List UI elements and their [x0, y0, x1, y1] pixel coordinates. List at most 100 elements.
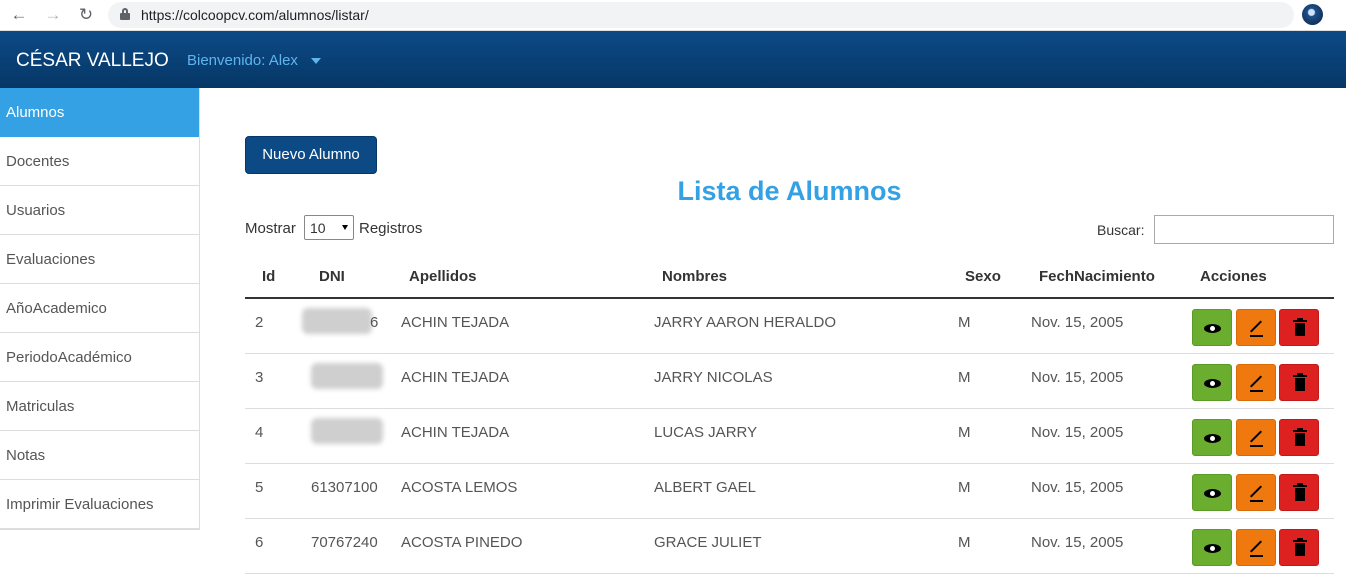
table-row: 2 6 ACHIN TEJADA JARRY AARON HERALDO M N…: [245, 299, 1334, 354]
cell-id: 2: [255, 314, 264, 331]
forward-arrow-icon[interactable]: →: [42, 4, 64, 26]
cell-apellidos: ACHIN TEJADA: [401, 314, 510, 331]
cell-fecha: Nov. 15, 2005: [1031, 534, 1124, 551]
cell-dni: 61307100: [311, 479, 378, 496]
delete-button[interactable]: [1279, 309, 1319, 346]
view-button[interactable]: [1192, 309, 1232, 346]
view-button[interactable]: [1192, 364, 1232, 401]
pencil-icon: [1249, 320, 1263, 333]
cell-id: 5: [255, 479, 264, 496]
sidebar: Alumnos Docentes Usuarios Evaluaciones A…: [0, 88, 200, 530]
browser-toolbar: ← → ↻ https://colcoopcv.com/alumnos/list…: [0, 0, 1346, 31]
back-arrow-icon[interactable]: ←: [8, 4, 30, 26]
cell-apellidos: ACHIN TEJADA: [401, 424, 510, 441]
cell-apellidos: ACHIN TEJADA: [401, 369, 510, 386]
col-fechnacimiento[interactable]: FechNacimiento: [1039, 268, 1155, 285]
sidebar-item-alumnos[interactable]: Alumnos: [0, 88, 199, 137]
table-row: 6 70767240 ACOSTA PINEDO GRACE JULIET M …: [245, 519, 1334, 574]
eye-icon: [1204, 324, 1221, 333]
cell-id: 4: [255, 424, 264, 441]
cell-apellidos: ACOSTA LEMOS: [401, 479, 518, 496]
eye-icon: [1204, 379, 1221, 388]
cell-fecha: Nov. 15, 2005: [1031, 479, 1124, 496]
cell-fecha: Nov. 15, 2005: [1031, 424, 1124, 441]
edit-button[interactable]: [1236, 364, 1276, 401]
cell-nombres: JARRY NICOLAS: [654, 369, 773, 386]
trash-icon: [1293, 540, 1307, 542]
sidebar-item-evaluaciones[interactable]: Evaluaciones: [0, 235, 199, 284]
page-size-select[interactable]: 10: [304, 215, 354, 240]
col-dni[interactable]: DNI: [319, 268, 345, 285]
col-apellidos[interactable]: Apellidos: [409, 268, 477, 285]
eye-icon: [1204, 544, 1221, 553]
brand-title[interactable]: CÉSAR VALLEJO: [16, 50, 169, 72]
cell-nombres: LUCAS JARRY: [654, 424, 758, 441]
cell-dni: 6: [370, 314, 379, 331]
dni-redacted: [311, 363, 383, 389]
col-id[interactable]: Id: [262, 268, 275, 285]
cell-sexo: M: [958, 314, 971, 331]
dropdown-arrow-icon: [342, 225, 348, 230]
cell-dni: 70767240: [311, 534, 378, 551]
eye-icon: [1204, 434, 1221, 443]
cell-fecha: Nov. 15, 2005: [1031, 314, 1124, 331]
pencil-icon: [1249, 485, 1263, 498]
edit-button[interactable]: [1236, 529, 1276, 566]
edit-button[interactable]: [1236, 419, 1276, 456]
trash-icon: [1293, 375, 1307, 377]
cell-sexo: M: [958, 479, 971, 496]
cell-sexo: M: [958, 424, 971, 441]
records-label: Registros: [359, 220, 423, 237]
cell-sexo: M: [958, 369, 971, 386]
sidebar-item-imprimir-evaluaciones[interactable]: Imprimir Evaluaciones: [0, 480, 199, 529]
search-label: Buscar:: [1097, 222, 1145, 238]
delete-button[interactable]: [1279, 474, 1319, 511]
delete-button[interactable]: [1279, 364, 1319, 401]
reload-icon[interactable]: ↻: [75, 4, 97, 26]
top-navbar: CÉSAR VALLEJO Bienvenido: Alex: [0, 31, 1346, 88]
sidebar-item-notas[interactable]: Notas: [0, 431, 199, 480]
sidebar-item-matriculas[interactable]: Matriculas: [0, 382, 199, 431]
profile-avatar[interactable]: [1302, 4, 1323, 25]
cell-nombres: ALBERT GAEL: [654, 479, 756, 496]
cell-nombres: GRACE JULIET: [654, 534, 762, 551]
cell-id: 6: [255, 534, 264, 551]
students-table: Id DNI Apellidos Nombres Sexo FechNacimi…: [245, 255, 1334, 574]
table-header: Id DNI Apellidos Nombres Sexo FechNacimi…: [245, 255, 1334, 299]
cell-nombres: JARRY AARON HERALDO: [654, 314, 836, 331]
view-button[interactable]: [1192, 474, 1232, 511]
show-label: Mostrar: [245, 220, 296, 237]
sidebar-item-usuarios[interactable]: Usuarios: [0, 186, 199, 235]
pencil-icon: [1249, 430, 1263, 443]
view-button[interactable]: [1192, 529, 1232, 566]
sidebar-item-periodoacademico[interactable]: PeriodoAcadémico: [0, 333, 199, 382]
pencil-icon: [1249, 375, 1263, 388]
sidebar-item-anoacademico[interactable]: AñoAcademico: [0, 284, 199, 333]
address-bar[interactable]: https://colcoopcv.com/alumnos/listar/ ☆: [108, 2, 1294, 28]
col-nombres[interactable]: Nombres: [662, 268, 727, 285]
dni-redacted: [311, 418, 383, 444]
edit-button[interactable]: [1236, 309, 1276, 346]
cell-fecha: Nov. 15, 2005: [1031, 369, 1124, 386]
sidebar-item-docentes[interactable]: Docentes: [0, 137, 199, 186]
table-row: 3 ACHIN TEJADA JARRY NICOLAS M Nov. 15, …: [245, 354, 1334, 409]
url-text[interactable]: https://colcoopcv.com/alumnos/listar/: [141, 7, 369, 23]
chevron-down-icon[interactable]: [311, 58, 321, 64]
page-title: Lista de Alumnos: [677, 176, 902, 206]
edit-button[interactable]: [1236, 474, 1276, 511]
table-row: 5 61307100 ACOSTA LEMOS ALBERT GAEL M No…: [245, 464, 1334, 519]
view-button[interactable]: [1192, 419, 1232, 456]
new-student-button[interactable]: Nuevo Alumno: [245, 136, 377, 174]
col-sexo[interactable]: Sexo: [965, 268, 1001, 285]
cell-sexo: M: [958, 534, 971, 551]
trash-icon: [1293, 430, 1307, 432]
eye-icon: [1204, 489, 1221, 498]
delete-button[interactable]: [1279, 419, 1319, 456]
trash-icon: [1293, 485, 1307, 487]
delete-button[interactable]: [1279, 529, 1319, 566]
dni-redacted: [302, 308, 372, 334]
user-menu-toggle[interactable]: Bienvenido: Alex: [187, 52, 298, 69]
search-input[interactable]: [1154, 215, 1334, 244]
lock-icon: [120, 8, 130, 20]
table-row: 4 ACHIN TEJADA LUCAS JARRY M Nov. 15, 20…: [245, 409, 1334, 464]
